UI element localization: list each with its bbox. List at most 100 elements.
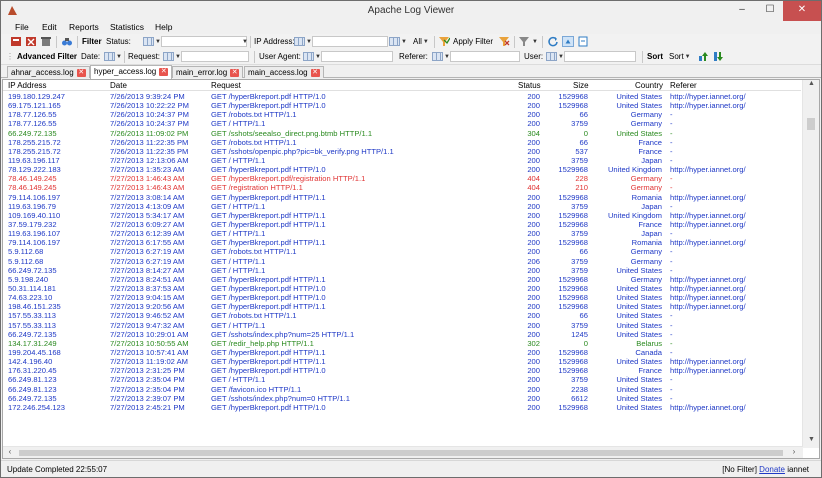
status-filter-input[interactable]	[161, 36, 247, 47]
user-filter-dropdown[interactable]: ▼	[546, 52, 564, 62]
status-filter-dropdown[interactable]: ▼	[143, 37, 161, 47]
chevron-down-icon[interactable]: ▼	[242, 39, 248, 45]
table-row[interactable]: 5.9.198.240 7/27/2013 8:24:51 AM GET /hype…	[3, 275, 801, 284]
maximize-button[interactable]: ☐	[756, 1, 784, 21]
referer-input[interactable]	[450, 51, 520, 62]
table-row[interactable]: 66.249.72.135 7/27/2013 2:39:07 PM GET /ss…	[3, 394, 801, 403]
user-input[interactable]	[564, 51, 636, 62]
ip-filter-dropdown[interactable]: ▼	[294, 37, 312, 47]
user-agent-filter-dropdown[interactable]: ▼	[303, 52, 321, 62]
cell-country: Romania	[631, 238, 662, 248]
table-row[interactable]: 37.59.179.232 7/27/2013 6:09:27 AM GET /hy…	[3, 220, 801, 229]
column-header-date[interactable]: Date	[110, 81, 127, 90]
table-row[interactable]: 79.114.106.197 7/27/2013 6:17:55 AM GET /h…	[3, 238, 801, 247]
table-row[interactable]: 198.46.151.235 7/27/2013 9:20:56 AM GET /h…	[3, 302, 801, 311]
tab-main-error-log[interactable]: main_error.log ✕	[172, 66, 244, 78]
table-row[interactable]: 5.9.112.68 7/27/2013 6:27:19 AM GET / HTTP…	[3, 257, 801, 266]
menu-help[interactable]: Help	[155, 22, 172, 32]
table-row[interactable]: 50.31.114.181 7/27/2013 8:37:53 AM GET /hy…	[3, 284, 801, 293]
apply-filter-button[interactable]: Apply Filter	[453, 37, 493, 46]
donate-link[interactable]: Donate	[759, 465, 785, 474]
ip-list-dropdown[interactable]: ▼	[389, 37, 407, 47]
sort-dropdown[interactable]: Sort▼	[669, 52, 691, 61]
table-row[interactable]: 78.129.222.183 7/27/2013 1:35:23 AM GET /h…	[3, 165, 801, 174]
table-row[interactable]: 176.31.220.45 7/27/2013 2:31:25 PM GET /hy…	[3, 366, 801, 375]
table-row[interactable]: 66.249.81.123 7/27/2013 2:35:04 PM GET / H…	[3, 375, 801, 384]
column-header-request[interactable]: Request	[211, 81, 241, 90]
table-row[interactable]: 79.114.106.197 7/27/2013 3:08:14 AM GET /h…	[3, 193, 801, 202]
column-header-ip[interactable]: IP Address	[8, 81, 47, 90]
clear-filter-icon[interactable]	[498, 36, 510, 47]
close-tab-icon[interactable]: ✕	[159, 67, 169, 76]
cell-ip: 176.31.220.45	[8, 366, 57, 376]
close-tab-icon[interactable]: ✕	[310, 68, 320, 77]
table-row[interactable]: 119.63.196.117 7/27/2013 12:13:06 AM GET /…	[3, 156, 801, 165]
table-row[interactable]: 5.9.112.68 7/27/2013 6:27:19 AM GET /robot…	[3, 247, 801, 256]
close-tab-icon[interactable]: ✕	[76, 68, 86, 77]
table-row[interactable]: 78.46.149.245 7/27/2013 1:46:43 AM GET /re…	[3, 183, 801, 192]
remove-file-icon[interactable]	[25, 36, 37, 47]
user-agent-input[interactable]	[321, 51, 393, 62]
delete-icon[interactable]	[40, 36, 52, 47]
ip-address-input[interactable]	[312, 36, 388, 47]
table-row[interactable]: 66.249.72.135 7/27/2013 10:29:01 AM GET /s…	[3, 330, 801, 339]
sort-ascending-icon[interactable]	[697, 51, 709, 62]
horizontal-scrollbar[interactable]: ‹ ›	[3, 446, 803, 458]
table-row[interactable]: 66.249.81.123 7/27/2013 2:35:04 PM GET /fa…	[3, 385, 801, 394]
vertical-scrollbar[interactable]: ▲ ▼	[802, 80, 819, 448]
refresh-icon[interactable]	[547, 36, 559, 47]
export-icon[interactable]	[577, 36, 589, 47]
referer-filter-dropdown[interactable]: ▼	[432, 52, 450, 62]
scroll-right-icon[interactable]: ›	[787, 447, 801, 458]
horizontal-scroll-thumb[interactable]	[19, 450, 783, 456]
table-row[interactable]: 74.63.223.10 7/27/2013 9:04:15 AM GET /hyp…	[3, 293, 801, 302]
table-row[interactable]: 119.63.196.79 7/27/2013 4:13:09 AM GET / H…	[3, 202, 801, 211]
sort-descending-icon[interactable]	[712, 51, 724, 62]
table-row[interactable]: 157.55.33.113 7/27/2013 9:47:32 AM GET / H…	[3, 321, 801, 330]
tab-main-access-log[interactable]: main_access.log ✕	[244, 66, 324, 78]
tab-hyper-access-log[interactable]: hyper_access.log ✕	[90, 65, 173, 79]
table-row[interactable]: 66.249.72.135 7/26/2013 11:09:02 PM GET /s…	[3, 129, 801, 138]
table-row[interactable]: 66.249.72.135 7/27/2013 8:14:27 AM GET / H…	[3, 266, 801, 275]
scroll-up-icon[interactable]: ▲	[803, 80, 819, 92]
column-header-referer[interactable]: Referer	[670, 81, 697, 90]
menu-edit[interactable]: Edit	[42, 22, 57, 32]
binoculars-icon[interactable]	[61, 36, 73, 47]
menu-file[interactable]: File	[15, 22, 29, 32]
table-row[interactable]: 69.175.121.165 7/26/2013 10:22:22 PM GET /…	[3, 101, 801, 110]
scroll-down-icon[interactable]: ▼	[803, 436, 819, 448]
tab-ahnar-access-log[interactable]: ahnar_access.log ✕	[7, 66, 90, 78]
table-row[interactable]: 142.4.196.40 7/27/2013 11:19:02 AM GET /hy…	[3, 357, 801, 366]
close-button[interactable]: ✕	[783, 1, 821, 21]
close-tab-icon[interactable]: ✕	[230, 68, 240, 77]
date-filter-dropdown[interactable]: ▼	[104, 52, 122, 62]
menu-reports[interactable]: Reports	[69, 22, 99, 32]
chevron-down-icon[interactable]: ▼	[532, 39, 538, 45]
column-header-country[interactable]: Country	[635, 81, 663, 90]
table-row[interactable]: 157.55.33.113 7/27/2013 9:46:52 AM GET /ro…	[3, 311, 801, 320]
request-filter-dropdown[interactable]: ▼	[163, 52, 181, 62]
request-input[interactable]	[181, 51, 249, 62]
menu-statistics[interactable]: Statistics	[110, 22, 144, 32]
column-header-status[interactable]: Status	[518, 81, 541, 90]
table-row[interactable]: 178.255.215.72 7/26/2013 11:22:35 PM GET /…	[3, 138, 801, 147]
all-dropdown[interactable]: All▼	[413, 37, 429, 46]
auto-refresh-icon[interactable]	[562, 36, 574, 47]
open-file-icon[interactable]	[10, 36, 22, 47]
table-row[interactable]: 178.77.126.55 7/26/2013 10:24:37 PM GET /r…	[3, 110, 801, 119]
scroll-left-icon[interactable]: ‹	[3, 447, 17, 458]
table-row[interactable]: 178.255.215.72 7/26/2013 11:22:35 PM GET /…	[3, 147, 801, 156]
table-row[interactable]: 178.77.126.55 7/26/2013 10:24:37 PM GET / …	[3, 119, 801, 128]
table-row[interactable]: 199.180.129.247 7/26/2013 9:39:24 PM GET /…	[3, 92, 801, 101]
table-row[interactable]: 199.204.45.168 7/27/2013 10:57:41 AM GET /…	[3, 348, 801, 357]
filter-options-icon[interactable]	[518, 36, 530, 47]
vertical-scroll-thumb[interactable]	[807, 118, 815, 130]
table-row[interactable]: 134.17.31.249 7/27/2013 10:50:55 AM GET /r…	[3, 339, 801, 348]
table-row[interactable]: 78.46.149.245 7/27/2013 1:46:43 AM GET /hy…	[3, 174, 801, 183]
column-header-size[interactable]: Size	[573, 81, 589, 90]
cell-request: GET / HTTP/1.1	[211, 375, 266, 385]
table-row[interactable]: 109.169.40.110 7/27/2013 5:34:17 AM GET /h…	[3, 211, 801, 220]
minimize-button[interactable]: –	[728, 1, 756, 21]
table-row[interactable]: 172.246.254.123 7/27/2013 2:45:21 PM GET /…	[3, 403, 801, 412]
table-row[interactable]: 119.63.196.107 7/27/2013 6:12:39 AM GET / …	[3, 229, 801, 238]
